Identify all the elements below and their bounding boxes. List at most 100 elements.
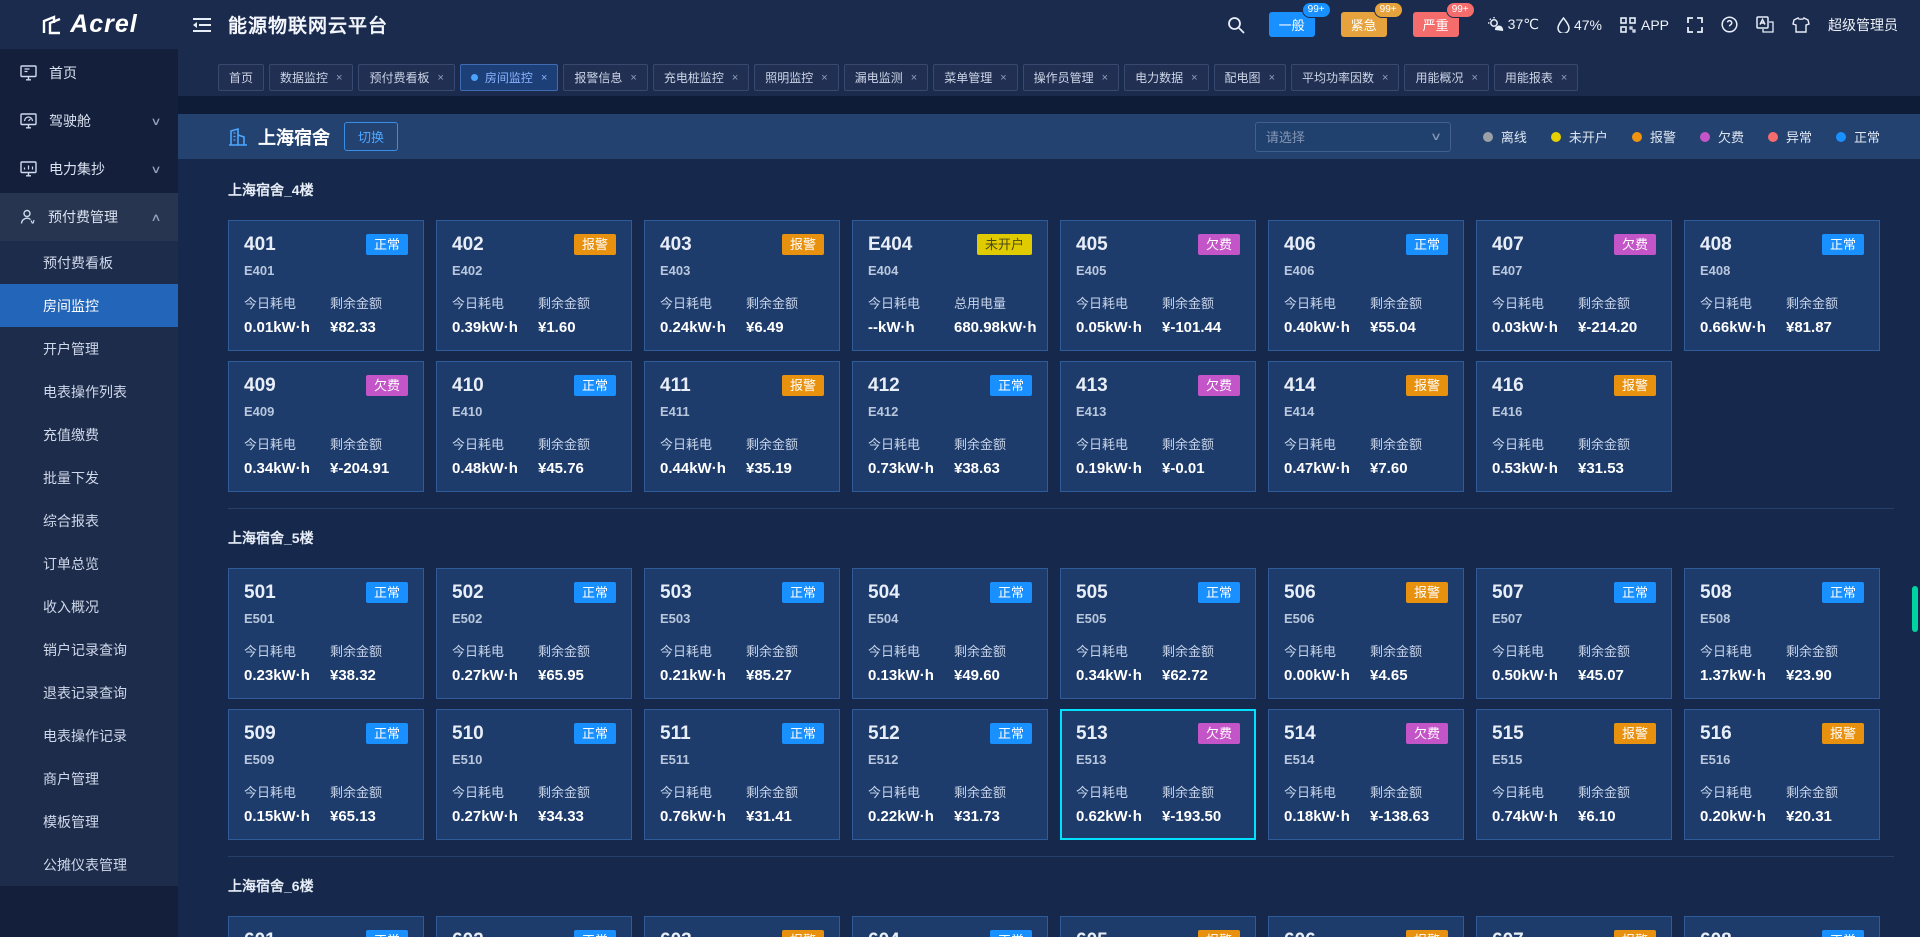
theme-shirt-icon[interactable] — [1792, 17, 1810, 33]
sidebar-item-批量下发[interactable]: 批量下发 — [0, 456, 178, 499]
tab-close-icon[interactable]: × — [1191, 72, 1197, 84]
tab-item[interactable]: 操作员管理× — [1023, 64, 1119, 91]
room-card-406[interactable]: 406正常E406今日耗电剩余金额0.40kW·h¥55.04 — [1268, 220, 1464, 351]
room-card-403[interactable]: 403报警E403今日耗电剩余金额0.24kW·h¥6.49 — [644, 220, 840, 351]
tab-close-icon[interactable]: × — [1561, 72, 1567, 84]
tab-item[interactable]: 房间监控× — [460, 64, 558, 91]
tab-close-icon[interactable]: × — [821, 72, 827, 84]
sidebar-item-订单总览[interactable]: 订单总览 — [0, 542, 178, 585]
room-card-508[interactable]: 508正常E508今日耗电剩余金额1.37kW·h¥23.90 — [1684, 568, 1880, 699]
tab-item[interactable]: 漏电监测× — [844, 64, 928, 91]
room-card-507[interactable]: 507正常E507今日耗电剩余金额0.50kW·h¥45.07 — [1476, 568, 1672, 699]
tab-close-icon[interactable]: × — [437, 72, 443, 84]
sidebar-item-驾驶舱[interactable]: 驾驶舱∨ — [0, 97, 178, 145]
tab-close-icon[interactable]: × — [1382, 72, 1388, 84]
room-card-408[interactable]: 408正常E408今日耗电剩余金额0.66kW·h¥81.87 — [1684, 220, 1880, 351]
room-card-511[interactable]: 511正常E511今日耗电剩余金额0.76kW·h¥31.41 — [644, 709, 840, 840]
room-card-414[interactable]: 414报警E414今日耗电剩余金额0.47kW·h¥7.60 — [1268, 361, 1464, 492]
room-card-516[interactable]: 516报警E516今日耗电剩余金额0.20kW·h¥20.31 — [1684, 709, 1880, 840]
tab-close-icon[interactable]: × — [336, 72, 342, 84]
sidebar-item-首页[interactable]: 首页 — [0, 49, 178, 97]
sidebar-item-预付费管理[interactable]: 预付费管理∧ — [0, 193, 178, 241]
tab-close-icon[interactable]: × — [630, 72, 636, 84]
room-card-402[interactable]: 402报警E402今日耗电剩余金额0.39kW·h¥1.60 — [436, 220, 632, 351]
room-card-504[interactable]: 504正常E504今日耗电剩余金额0.13kW·h¥49.60 — [852, 568, 1048, 699]
room-card-412[interactable]: 412正常E412今日耗电剩余金额0.73kW·h¥38.63 — [852, 361, 1048, 492]
sidebar-item-综合报表[interactable]: 综合报表 — [0, 499, 178, 542]
sidebar-item-电表操作记录[interactable]: 电表操作记录 — [0, 714, 178, 757]
tab-item[interactable]: 预付费看板× — [358, 64, 454, 91]
tab-close-icon[interactable]: × — [911, 72, 917, 84]
room-card-510[interactable]: 510正常E510今日耗电剩余金额0.27kW·h¥34.33 — [436, 709, 632, 840]
room-card-501[interactable]: 501正常E501今日耗电剩余金额0.23kW·h¥38.32 — [228, 568, 424, 699]
sidebar-item-电力集抄[interactable]: 电力集抄∨ — [0, 145, 178, 193]
tab-item[interactable]: 平均功率因数× — [1291, 64, 1399, 91]
search-icon[interactable] — [1227, 16, 1245, 34]
room-card-601[interactable]: 601正常E601 — [228, 916, 424, 937]
status-filter-select[interactable]: 请选择 ∨ — [1255, 122, 1451, 152]
room-card-409[interactable]: 409欠费E409今日耗电剩余金额0.34kW·h¥-204.91 — [228, 361, 424, 492]
tab-item[interactable]: 配电图× — [1214, 64, 1286, 91]
tab-close-icon[interactable]: × — [541, 72, 547, 84]
room-card-607[interactable]: 607报警E607 — [1476, 916, 1672, 937]
sidebar-item-电表操作列表[interactable]: 电表操作列表 — [0, 370, 178, 413]
room-card-512[interactable]: 512正常E512今日耗电剩余金额0.22kW·h¥31.73 — [852, 709, 1048, 840]
room-card-509[interactable]: 509正常E509今日耗电剩余金额0.15kW·h¥65.13 — [228, 709, 424, 840]
room-card-603[interactable]: 603报警E603 — [644, 916, 840, 937]
tab-item[interactable]: 首页 — [218, 64, 264, 91]
tab-item[interactable]: 用能概况× — [1404, 64, 1488, 91]
scrollbar-thumb[interactable] — [1912, 586, 1918, 632]
sidebar-item-公摊仪表管理[interactable]: 公摊仪表管理 — [0, 843, 178, 886]
tab-item[interactable]: 数据监控× — [269, 64, 353, 91]
current-user[interactable]: 超级管理员 — [1828, 15, 1898, 35]
sidebar-item-销户记录查询[interactable]: 销户记录查询 — [0, 628, 178, 671]
tab-close-icon[interactable]: × — [732, 72, 738, 84]
switch-building-button[interactable]: 切换 — [344, 122, 398, 151]
tab-close-icon[interactable]: × — [1471, 72, 1477, 84]
room-card-E404[interactable]: E404未开户E404今日耗电总用电量--kW·h680.98kW·h — [852, 220, 1048, 351]
app-download[interactable]: APP — [1620, 17, 1669, 33]
tab-close-icon[interactable]: × — [1000, 72, 1006, 84]
help-icon[interactable] — [1721, 16, 1738, 33]
room-card-513[interactable]: 513欠费E513今日耗电剩余金额0.62kW·h¥-193.50 — [1060, 709, 1256, 840]
tab-item[interactable]: 充电桩监控× — [653, 64, 749, 91]
tab-item[interactable]: 电力数据× — [1124, 64, 1208, 91]
room-card-514[interactable]: 514欠费E514今日耗电剩余金额0.18kW·h¥-138.63 — [1268, 709, 1464, 840]
room-card-411[interactable]: 411报警E411今日耗电剩余金额0.44kW·h¥35.19 — [644, 361, 840, 492]
tab-item[interactable]: 照明监控× — [754, 64, 838, 91]
room-card-410[interactable]: 410正常E410今日耗电剩余金额0.48kW·h¥45.76 — [436, 361, 632, 492]
alarm-chip[interactable]: 紧急99+ — [1341, 12, 1387, 37]
sidebar-item-房间监控[interactable]: 房间监控 — [0, 284, 178, 327]
room-card-606[interactable]: 606报警E606 — [1268, 916, 1464, 937]
sidebar-item-商户管理[interactable]: 商户管理 — [0, 757, 178, 800]
sidebar-collapse-icon[interactable] — [192, 17, 212, 33]
room-card-505[interactable]: 505正常E505今日耗电剩余金额0.34kW·h¥62.72 — [1060, 568, 1256, 699]
room-card-604[interactable]: 604正常E604 — [852, 916, 1048, 937]
tab-close-icon[interactable]: × — [1269, 72, 1275, 84]
language-icon[interactable] — [1756, 16, 1774, 33]
room-card-602[interactable]: 602正常E602 — [436, 916, 632, 937]
alarm-chip[interactable]: 严重99+ — [1413, 12, 1459, 37]
room-card-502[interactable]: 502正常E502今日耗电剩余金额0.27kW·h¥65.95 — [436, 568, 632, 699]
tab-item[interactable]: 报警信息× — [563, 64, 647, 91]
room-card-405[interactable]: 405欠费E405今日耗电剩余金额0.05kW·h¥-101.44 — [1060, 220, 1256, 351]
room-card-605[interactable]: 605报警E605 — [1060, 916, 1256, 937]
tab-item[interactable]: 菜单管理× — [933, 64, 1017, 91]
room-card-413[interactable]: 413欠费E413今日耗电剩余金额0.19kW·h¥-0.01 — [1060, 361, 1256, 492]
sidebar-item-充值缴费[interactable]: 充值缴费 — [0, 413, 178, 456]
room-card-503[interactable]: 503正常E503今日耗电剩余金额0.21kW·h¥85.27 — [644, 568, 840, 699]
sidebar-item-预付费看板[interactable]: 预付费看板 — [0, 241, 178, 284]
sidebar-item-模板管理[interactable]: 模板管理 — [0, 800, 178, 843]
fullscreen-icon[interactable] — [1687, 17, 1703, 33]
room-card-515[interactable]: 515报警E515今日耗电剩余金额0.74kW·h¥6.10 — [1476, 709, 1672, 840]
sidebar-item-收入概况[interactable]: 收入概况 — [0, 585, 178, 628]
tab-item[interactable]: 用能报表× — [1494, 64, 1578, 91]
alarm-chip[interactable]: 一般99+ — [1269, 12, 1315, 37]
sidebar-item-退表记录查询[interactable]: 退表记录查询 — [0, 671, 178, 714]
room-card-416[interactable]: 416报警E416今日耗电剩余金额0.53kW·h¥31.53 — [1476, 361, 1672, 492]
room-card-608[interactable]: 608正常E608 — [1684, 916, 1880, 937]
tab-close-icon[interactable]: × — [1102, 72, 1108, 84]
room-card-407[interactable]: 407欠费E407今日耗电剩余金额0.03kW·h¥-214.20 — [1476, 220, 1672, 351]
room-card-401[interactable]: 401正常E401今日耗电剩余金额0.01kW·h¥82.33 — [228, 220, 424, 351]
room-card-506[interactable]: 506报警E506今日耗电剩余金额0.00kW·h¥4.65 — [1268, 568, 1464, 699]
